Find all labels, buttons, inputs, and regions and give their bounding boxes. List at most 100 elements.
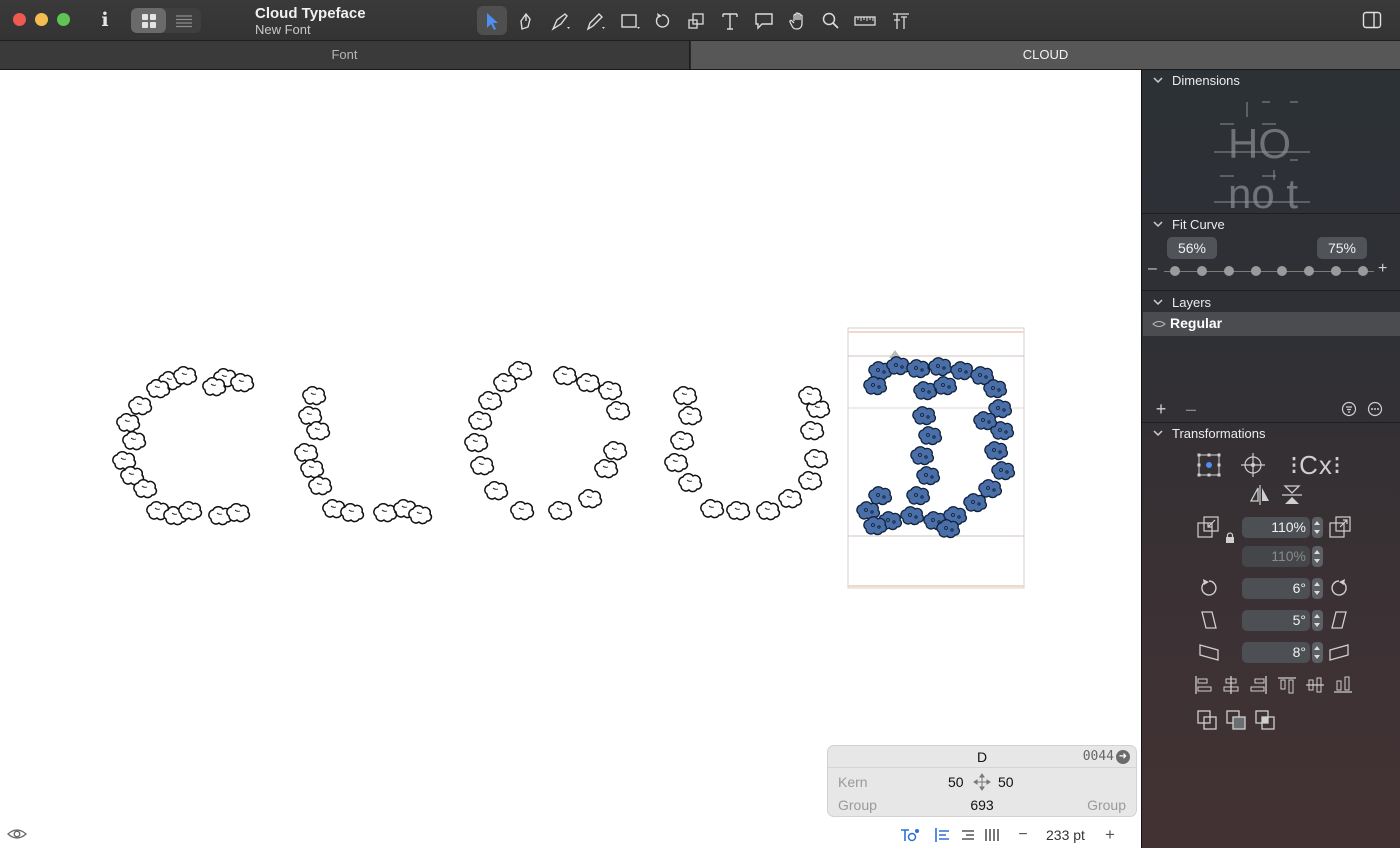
rotate-cw-button[interactable] [1327, 576, 1351, 600]
eye-icon[interactable] [1152, 319, 1166, 329]
intersect-button[interactable] [1253, 708, 1277, 732]
scale-down-button[interactable] [1195, 514, 1221, 540]
go-to-glyph-icon[interactable]: ➜ [1116, 750, 1130, 764]
lock-icon[interactable] [1224, 532, 1236, 544]
zoom-value[interactable]: 233 pt [1046, 827, 1085, 843]
rotate-stepper[interactable] [1312, 578, 1323, 599]
layer-filter-button[interactable] [1340, 400, 1358, 418]
slant-field[interactable]: 5° [1242, 610, 1310, 631]
pencil-tool-button[interactable] [582, 6, 612, 35]
fit-curve-min-field[interactable]: 56% [1167, 237, 1217, 259]
scale-tool-button[interactable] [681, 6, 711, 35]
scale-y-field[interactable]: 110% [1242, 546, 1310, 567]
rotate-field[interactable]: 6° [1242, 578, 1310, 599]
metrics-tool-button[interactable] [886, 6, 916, 35]
fit-curve-step[interactable] [1277, 266, 1288, 276]
fit-curve-step[interactable] [1250, 266, 1261, 276]
vertical-slant-stepper[interactable] [1312, 642, 1323, 663]
list-view-button[interactable] [166, 8, 201, 33]
dimensions-header[interactable]: Dimensions [1142, 70, 1400, 90]
transform-origin-point-button[interactable] [1239, 451, 1267, 479]
measure-tool-button[interactable] [850, 6, 880, 35]
align-left-edge-button[interactable] [1192, 674, 1214, 696]
fit-curve-slider-track[interactable] [1164, 271, 1374, 272]
subtract-button[interactable] [1224, 708, 1248, 732]
fit-curve-step[interactable] [1223, 266, 1234, 276]
annotation-tool-button[interactable] [749, 6, 779, 35]
transform-origin-custom-button[interactable]: ⁝Cx⁝ [1283, 450, 1349, 480]
layer-item-regular[interactable]: Regular [1143, 312, 1400, 336]
align-top-edge-button[interactable] [1276, 674, 1298, 696]
text-tool-button[interactable] [715, 6, 745, 35]
minimize-window-button[interactable] [35, 13, 48, 26]
text-tool-options-button[interactable] [899, 825, 921, 845]
tab-cloud[interactable]: CLOUD [691, 41, 1400, 69]
dimensions-preview[interactable]: HO no t [1212, 100, 1332, 210]
glyph-d-selected[interactable] [847, 327, 1025, 589]
kern-left-value[interactable]: 50 [948, 774, 964, 790]
glyph-unicode[interactable]: 0044 [1083, 749, 1114, 764]
slant-stepper[interactable] [1312, 610, 1323, 631]
scale-x-stepper[interactable] [1312, 517, 1323, 538]
align-bottom-edge-button[interactable] [1332, 674, 1354, 696]
info-icon[interactable]: i [96, 8, 114, 32]
layers-header[interactable]: Layers [1142, 292, 1400, 312]
rotate-ccw-button[interactable] [1197, 576, 1221, 600]
pen-tool-button[interactable] [547, 6, 577, 35]
tab-font[interactable]: Font [0, 41, 690, 69]
fit-curve-step[interactable] [1358, 266, 1368, 276]
fit-curve-header[interactable]: Fit Curve [1142, 214, 1400, 234]
hand-tool-button[interactable] [783, 6, 813, 35]
scale-y-stepper[interactable] [1312, 546, 1323, 567]
select-tool-button[interactable] [477, 6, 507, 35]
glyph-text-view[interactable] [0, 70, 1141, 848]
slant-up-button[interactable] [1327, 640, 1351, 664]
glyph-o[interactable] [464, 361, 631, 521]
align-center-v-button[interactable] [1304, 674, 1326, 696]
flip-horizontal-button[interactable] [1247, 483, 1273, 507]
vertical-slant-field[interactable]: 8° [1242, 642, 1310, 663]
sidebar-toggle-button[interactable] [1362, 10, 1382, 30]
align-center-h-button[interactable] [1220, 674, 1242, 696]
fit-curve-step[interactable] [1331, 266, 1342, 276]
kern-lock-icon[interactable] [971, 772, 993, 792]
scale-up-button[interactable] [1327, 514, 1353, 540]
union-button[interactable] [1195, 708, 1219, 732]
fit-curve-step[interactable] [1304, 266, 1315, 276]
zoom-window-button[interactable] [57, 13, 70, 26]
slant-right-button[interactable] [1327, 608, 1351, 632]
draw-tool-button[interactable] [511, 6, 541, 35]
slant-left-button[interactable] [1197, 608, 1221, 632]
eye-icon[interactable] [7, 826, 27, 842]
transformations-header[interactable]: Transformations [1142, 423, 1400, 443]
flip-vertical-button[interactable] [1279, 483, 1305, 507]
fit-curve-plus-icon[interactable]: + [1378, 260, 1387, 278]
slant-down-button[interactable] [1197, 640, 1221, 664]
edit-canvas[interactable]: D 0044 ➜ Kern 50 50 Group 693 Group [0, 70, 1141, 848]
remove-layer-button[interactable]: – [1182, 399, 1200, 419]
justify-button[interactable] [983, 825, 1001, 845]
fit-curve-max-field[interactable]: 75% [1317, 237, 1367, 259]
fit-curve-step[interactable] [1196, 266, 1207, 276]
scale-x-field[interactable]: 110% [1242, 517, 1310, 538]
align-right-edge-button[interactable] [1248, 674, 1270, 696]
kern-right-value[interactable]: 50 [998, 774, 1014, 790]
zoom-tool-button[interactable] [816, 6, 846, 35]
fit-curve-minus-icon[interactable]: – [1148, 260, 1157, 278]
grid-view-button[interactable] [131, 8, 166, 33]
glyph-u[interactable] [664, 386, 831, 521]
group-right-label[interactable]: Group [1087, 797, 1126, 813]
glyph-l[interactable] [294, 386, 433, 525]
align-right-button[interactable] [960, 825, 978, 845]
zoom-in-button[interactable]: + [1102, 825, 1118, 845]
close-window-button[interactable] [13, 13, 26, 26]
zoom-out-button[interactable]: − [1015, 825, 1031, 845]
glyph-c[interactable] [112, 366, 255, 526]
fit-curve-step[interactable] [1170, 266, 1180, 276]
layer-options-button[interactable] [1366, 400, 1384, 418]
align-left-button[interactable] [934, 825, 952, 845]
add-layer-button[interactable]: + [1152, 399, 1170, 419]
rotate-tool-button[interactable] [647, 6, 677, 35]
transform-origin-bbox-button[interactable] [1195, 451, 1223, 479]
rectangle-tool-button[interactable] [616, 6, 646, 35]
